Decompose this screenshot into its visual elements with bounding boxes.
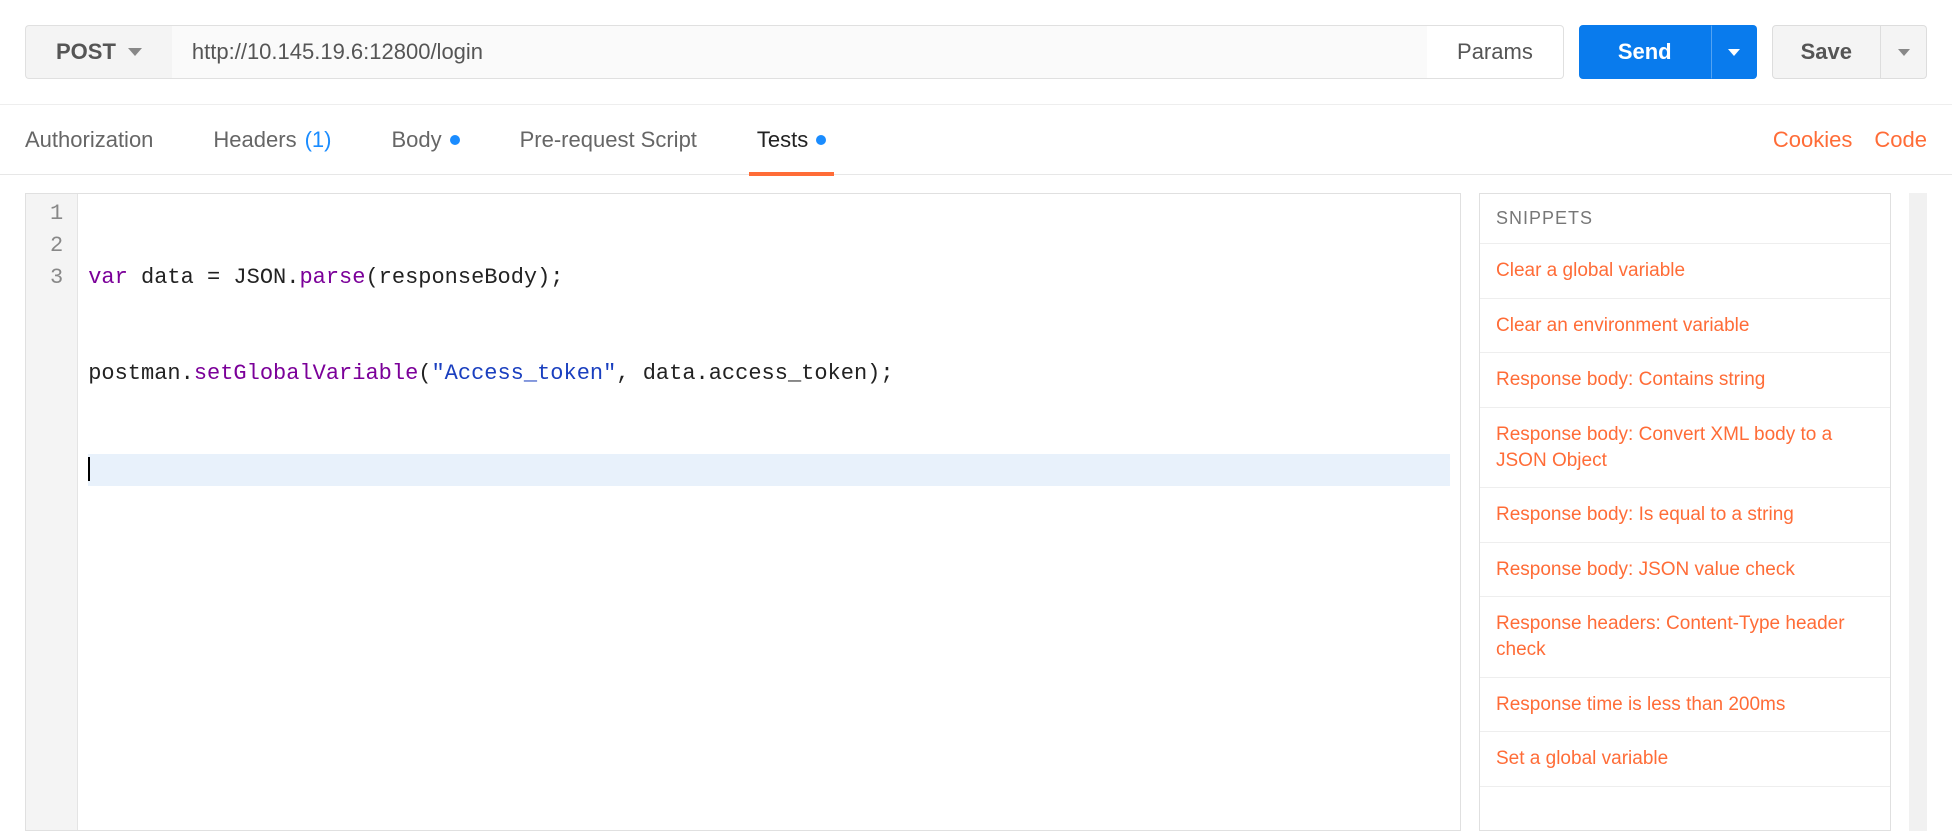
editor-gutter: 1 2 3 (26, 194, 78, 830)
code-line: postman.setGlobalVariable("Access_token"… (88, 358, 1450, 390)
chevron-down-icon (1898, 49, 1910, 56)
tab-headers[interactable]: Headers (1) (213, 105, 331, 175)
tabs-right-links: Cookies Code (1773, 127, 1927, 153)
code-fn: parse (299, 265, 365, 290)
tab-label: Tests (757, 127, 808, 153)
code-fn: setGlobalVariable (194, 361, 418, 386)
tab-prerequest-script[interactable]: Pre-request Script (520, 105, 697, 175)
line-number: 1 (50, 198, 63, 230)
headers-count-badge: (1) (305, 127, 332, 153)
save-dropdown-button[interactable] (1881, 25, 1927, 79)
code-text: (responseBody); (365, 265, 563, 290)
snippet-item[interactable]: Response time is less than 200ms (1480, 678, 1890, 733)
snippets-panel: SNIPPETS Clear a global variable Clear a… (1479, 193, 1891, 831)
snippet-item[interactable]: Set a global variable (1480, 732, 1890, 787)
send-button[interactable]: Send (1579, 25, 1711, 79)
tab-label: Headers (213, 127, 296, 153)
snippet-item[interactable]: Clear an environment variable (1480, 299, 1890, 354)
http-method-select[interactable]: POST (25, 25, 172, 79)
snippet-item[interactable]: Response body: JSON value check (1480, 543, 1890, 598)
line-number: 2 (50, 230, 63, 262)
code-text: postman. (88, 361, 194, 386)
save-group: Save (1772, 25, 1927, 79)
params-button[interactable]: Params (1427, 25, 1564, 79)
send-group: Send (1579, 25, 1757, 79)
http-method-label: POST (56, 39, 116, 65)
tab-label: Body (391, 127, 441, 153)
snippet-item[interactable]: Response body: Convert XML body to a JSO… (1480, 408, 1890, 488)
code-text: ( (418, 361, 431, 386)
tab-label: Authorization (25, 127, 153, 153)
code-text: , data.access_token); (616, 361, 893, 386)
code-text: data = JSON. (128, 265, 300, 290)
snippets-header: SNIPPETS (1480, 194, 1890, 244)
snippet-item[interactable]: Response body: Is equal to a string (1480, 488, 1890, 543)
code-keyword: var (88, 265, 128, 290)
modified-dot-icon (450, 135, 460, 145)
editor-content[interactable]: var data = JSON.parse(responseBody); pos… (78, 194, 1460, 830)
tab-body[interactable]: Body (391, 105, 459, 175)
code-line: var data = JSON.parse(responseBody); (88, 262, 1450, 294)
request-bar: POST Params Send Save (0, 0, 1952, 105)
chevron-down-icon (1728, 49, 1740, 56)
request-tabs: Authorization Headers (1) Body Pre-reque… (0, 105, 1952, 175)
code-line-active (88, 454, 1450, 486)
vertical-scrollbar[interactable] (1909, 193, 1927, 831)
code-link[interactable]: Code (1874, 127, 1927, 153)
save-button[interactable]: Save (1772, 25, 1881, 79)
code-editor[interactable]: 1 2 3 var data = JSON.parse(responseBody… (25, 193, 1461, 831)
snippet-item[interactable]: Response headers: Content-Type header ch… (1480, 597, 1890, 677)
code-string: "Access_token" (431, 361, 616, 386)
tab-authorization[interactable]: Authorization (25, 105, 153, 175)
line-number: 3 (50, 262, 63, 294)
url-input[interactable] (172, 25, 1427, 79)
modified-dot-icon (816, 135, 826, 145)
snippet-item[interactable]: Clear a global variable (1480, 244, 1890, 299)
text-cursor-icon (88, 457, 90, 481)
snippet-item[interactable]: Response body: Contains string (1480, 353, 1890, 408)
tab-tests[interactable]: Tests (757, 105, 826, 175)
send-dropdown-button[interactable] (1711, 25, 1757, 79)
tests-panel: 1 2 3 var data = JSON.parse(responseBody… (0, 175, 1952, 831)
chevron-down-icon (128, 48, 142, 56)
cookies-link[interactable]: Cookies (1773, 127, 1852, 153)
tab-label: Pre-request Script (520, 127, 697, 153)
